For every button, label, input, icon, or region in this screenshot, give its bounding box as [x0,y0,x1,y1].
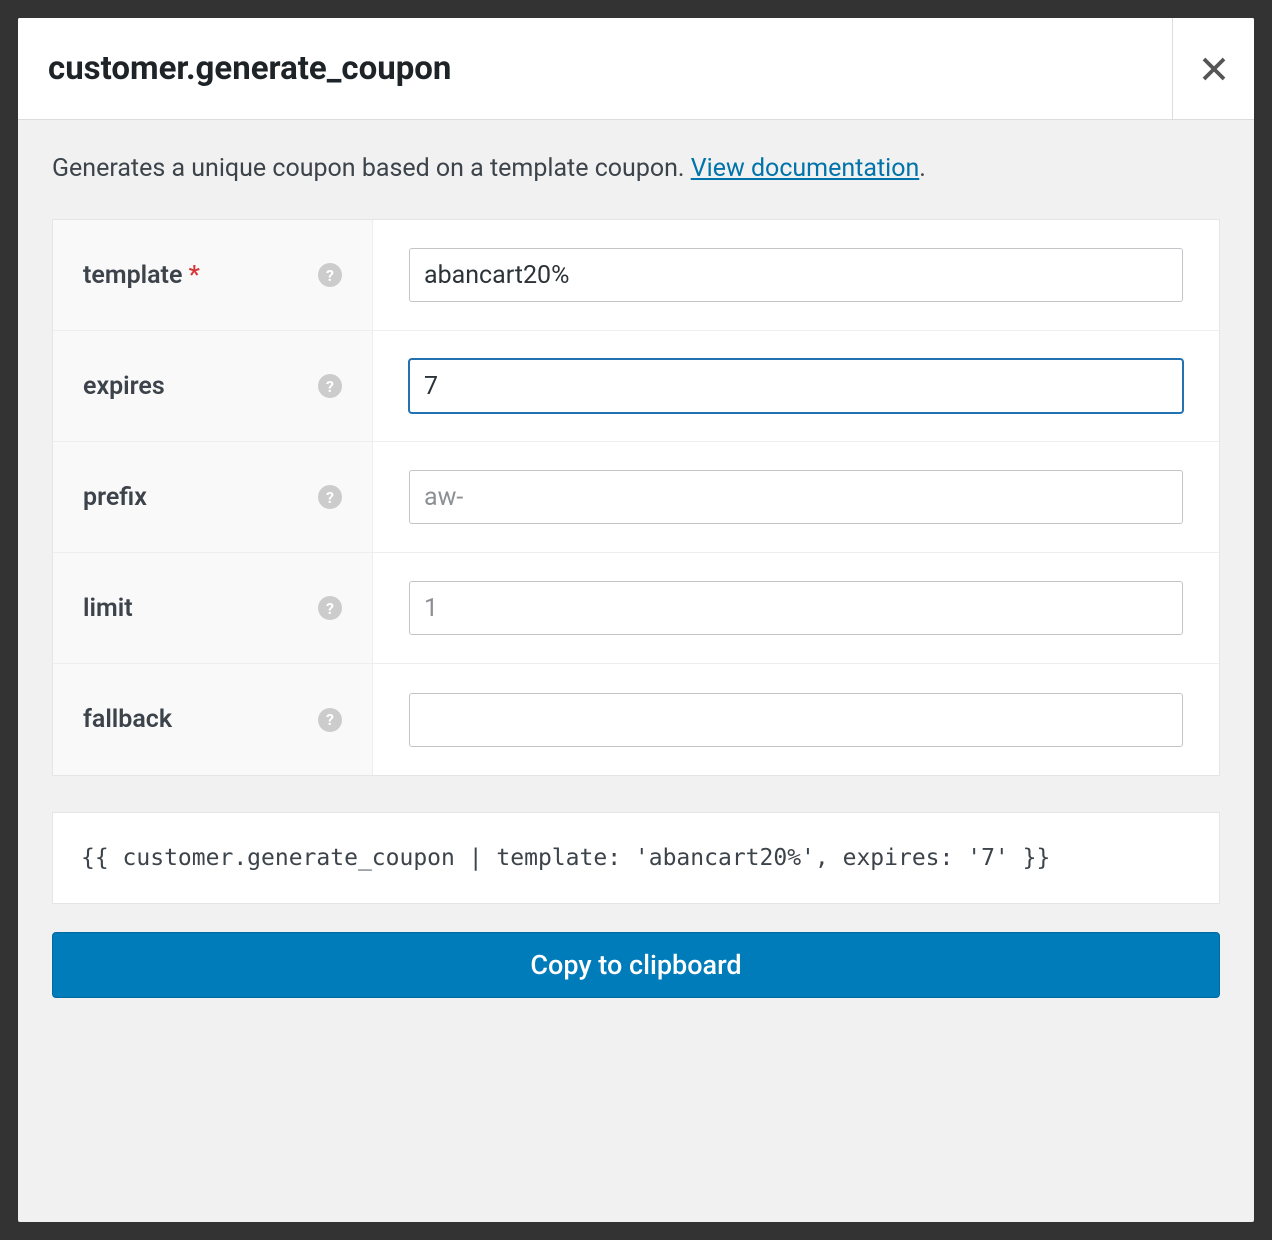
modal-body: Generates a unique coupon based on a tem… [18,120,1254,1222]
close-button[interactable] [1172,18,1254,119]
label-cell-expires: expires ? [53,331,373,441]
input-cell-limit [373,553,1219,663]
form-table: template * ? expires ? [52,219,1220,776]
modal-title: customer.generate_coupon [48,49,451,88]
label-limit: limit [83,594,133,623]
label-cell-fallback: fallback ? [53,664,373,775]
template-input[interactable] [409,248,1183,302]
close-icon [1199,54,1229,84]
label-template: template * [83,261,200,290]
limit-input[interactable] [409,581,1183,635]
input-cell-expires [373,331,1219,441]
row-fallback: fallback ? [53,664,1219,775]
row-limit: limit ? [53,553,1219,664]
label-cell-limit: limit ? [53,553,373,663]
code-output: {{ customer.generate_coupon | template: … [52,812,1220,904]
modal-header: customer.generate_coupon [18,18,1254,120]
copy-clipboard-button[interactable]: Copy to clipboard [52,932,1220,998]
help-icon[interactable]: ? [318,374,342,398]
description-label: Generates a unique coupon based on a tem… [52,154,691,183]
row-expires: expires ? [53,331,1219,442]
label-expires: expires [83,372,165,401]
row-prefix: prefix ? [53,442,1219,553]
documentation-link[interactable]: View documentation [691,154,920,183]
help-icon[interactable]: ? [318,596,342,620]
prefix-input[interactable] [409,470,1183,524]
label-prefix: prefix [83,483,147,512]
input-cell-template [373,220,1219,330]
help-icon[interactable]: ? [318,485,342,509]
modal-dialog: customer.generate_coupon Generates a uni… [18,18,1254,1222]
description-period: . [919,154,926,183]
description-text: Generates a unique coupon based on a tem… [52,154,1220,183]
row-template: template * ? [53,220,1219,331]
help-icon[interactable]: ? [318,708,342,732]
label-fallback: fallback [83,705,172,734]
help-icon[interactable]: ? [318,263,342,287]
required-indicator: * [189,261,200,290]
expires-input[interactable] [409,359,1183,413]
input-cell-fallback [373,664,1219,775]
input-cell-prefix [373,442,1219,552]
label-cell-prefix: prefix ? [53,442,373,552]
label-cell-template: template * ? [53,220,373,330]
fallback-input[interactable] [409,693,1183,747]
